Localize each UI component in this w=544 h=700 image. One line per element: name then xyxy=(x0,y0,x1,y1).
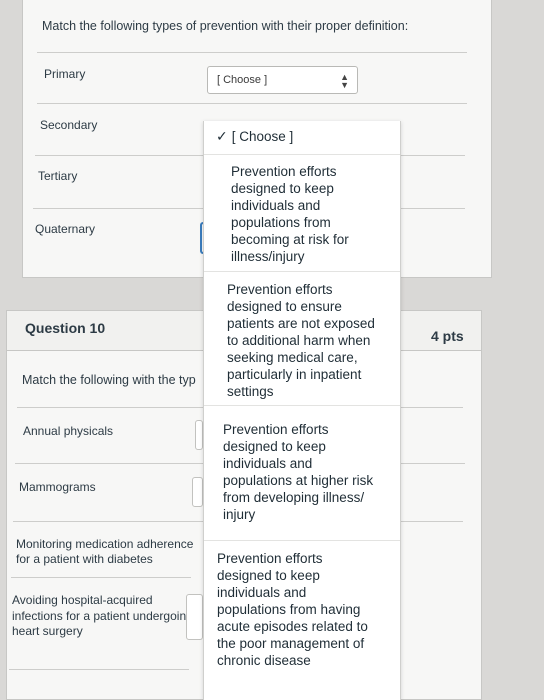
hospital-acquired-select[interactable] xyxy=(186,594,203,640)
divider xyxy=(37,52,467,53)
dropdown-option-label: Prevention efforts designed to keep indi… xyxy=(223,422,374,522)
dropdown-option-label: [ Choose ] xyxy=(231,129,294,144)
match-row-label-mammograms: Mammograms xyxy=(19,480,96,494)
dropdown-option-primary-definition[interactable]: Prevention efforts designed to keep indi… xyxy=(204,155,400,272)
question-10-prompt: Match the following with the typ xyxy=(22,373,196,387)
match-row-label-secondary: Secondary xyxy=(40,118,98,132)
divider xyxy=(11,577,191,578)
match-row-label-medication-adherence: Monitoring medication adherence for a pa… xyxy=(16,537,194,566)
dropdown-option-label: Prevention efforts designed to keep indi… xyxy=(217,551,368,668)
dropdown-option-label: Prevention efforts designed to ensure pa… xyxy=(227,282,375,399)
dropdown-option-quaternary-definition[interactable]: Prevention efforts designed to ensure pa… xyxy=(204,272,400,406)
primary-select[interactable]: [ Choose ] ▲ ▼ xyxy=(207,66,358,94)
dropdown-option-secondary-definition[interactable]: Prevention efforts designed to keep indi… xyxy=(204,406,400,541)
dropdown-option-choose[interactable]: ✓[ Choose ] xyxy=(204,121,400,155)
divider xyxy=(37,103,467,104)
mammograms-select[interactable] xyxy=(192,477,203,507)
match-row-label-quaternary: Quaternary xyxy=(35,222,96,236)
question-points: 4 pts xyxy=(431,328,464,344)
match-row-label-tertiary: Tertiary xyxy=(38,169,78,183)
question-9-prompt: Match the following types of prevention … xyxy=(42,19,409,33)
match-row-label-hospital-acquired-infections: Avoiding hospital-acquired infections fo… xyxy=(12,593,193,638)
prevention-dropdown-list: ✓[ Choose ] Prevention efforts designed … xyxy=(203,121,401,700)
dropdown-option-label: Prevention efforts designed to keep indi… xyxy=(231,164,349,264)
divider xyxy=(9,669,189,670)
question-title: Question 10 xyxy=(25,320,106,336)
primary-select-value: [ Choose ] xyxy=(217,74,268,86)
checkmark-icon: ✓ xyxy=(216,128,228,144)
match-row-label-primary: Primary xyxy=(44,67,86,81)
match-row-label-annual-physicals: Annual physicals xyxy=(23,424,114,438)
dropdown-option-tertiary-definition[interactable]: Prevention efforts designed to keep indi… xyxy=(204,541,400,700)
chevron-up-down-icon: ▲ ▼ xyxy=(340,72,349,90)
annual-physicals-select[interactable] xyxy=(195,420,203,450)
